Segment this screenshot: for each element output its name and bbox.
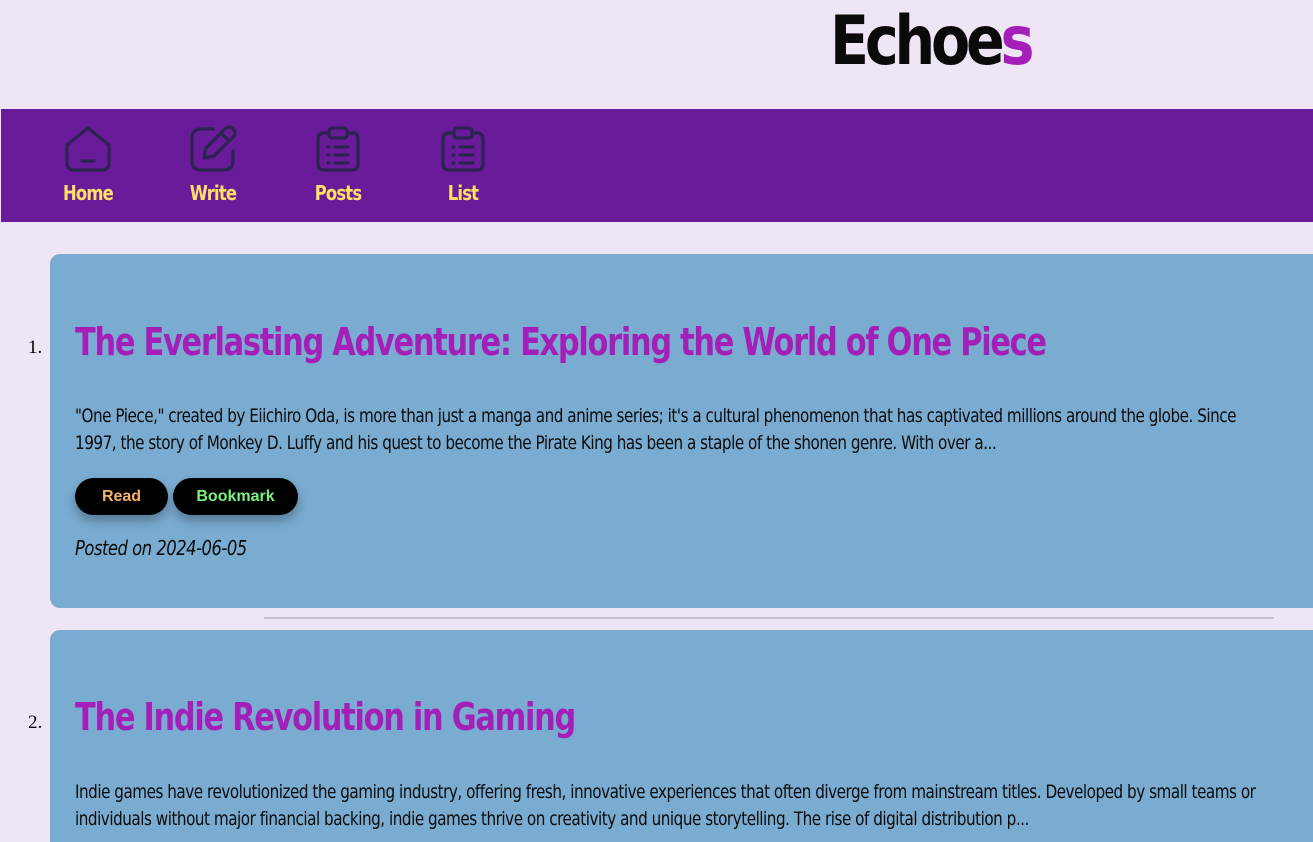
main-nav: Home Write Posts List <box>1 109 1313 222</box>
post-date: Posted on 2024-06-05 <box>75 536 247 560</box>
bookmark-button[interactable]: Bookmark <box>173 478 298 515</box>
post-title[interactable]: The Indie Revolution in Gaming <box>75 694 576 740</box>
clipboard-list-icon <box>314 125 362 173</box>
nav-item-list[interactable]: List <box>418 109 508 222</box>
home-icon <box>64 125 112 173</box>
clipboard-list-icon <box>439 125 487 173</box>
excerpt-line: individuals without major financial back… <box>75 808 1029 830</box>
nav-item-posts[interactable]: Posts <box>293 109 383 222</box>
excerpt-line: 1997, the story of Monkey D. Luffy and h… <box>75 432 997 454</box>
excerpt-line: Indie games have revolutionized the gami… <box>75 781 1256 803</box>
nav-item-home[interactable]: Home <box>43 109 133 222</box>
site-header: Echoes <box>0 0 1313 109</box>
post-divider <box>264 617 1274 619</box>
post-number: 2. <box>28 712 43 733</box>
nav-label: Posts <box>314 181 362 205</box>
excerpt-line: "One Piece," created by Eiichiro Oda, is… <box>75 405 1237 427</box>
nav-label: Write <box>189 181 237 205</box>
edit-icon <box>189 125 237 173</box>
post-card: 2. The Indie Revolution in Gaming Indie … <box>28 630 1313 842</box>
post-card: 1. The Everlasting Adventure: Exploring … <box>28 254 1313 608</box>
site-logo[interactable]: Echoes <box>830 2 1035 82</box>
post-excerpt: Indie games have revolutionized the gami… <box>75 779 1263 833</box>
page: Echoes Home Write Posts List 1. The Ever… <box>0 0 1313 842</box>
post-number: 1. <box>28 337 43 358</box>
nav-item-write[interactable]: Write <box>168 109 258 222</box>
logo-text-accent: s <box>1000 2 1035 81</box>
read-button[interactable]: Read <box>75 478 168 515</box>
post-excerpt: "One Piece," created by Eiichiro Oda, is… <box>75 403 1263 457</box>
nav-label: List <box>447 181 479 205</box>
logo-text-main: Echoe <box>830 2 1005 81</box>
post-title[interactable]: The Everlasting Adventure: Exploring the… <box>75 319 1047 365</box>
nav-label: Home <box>63 181 114 205</box>
